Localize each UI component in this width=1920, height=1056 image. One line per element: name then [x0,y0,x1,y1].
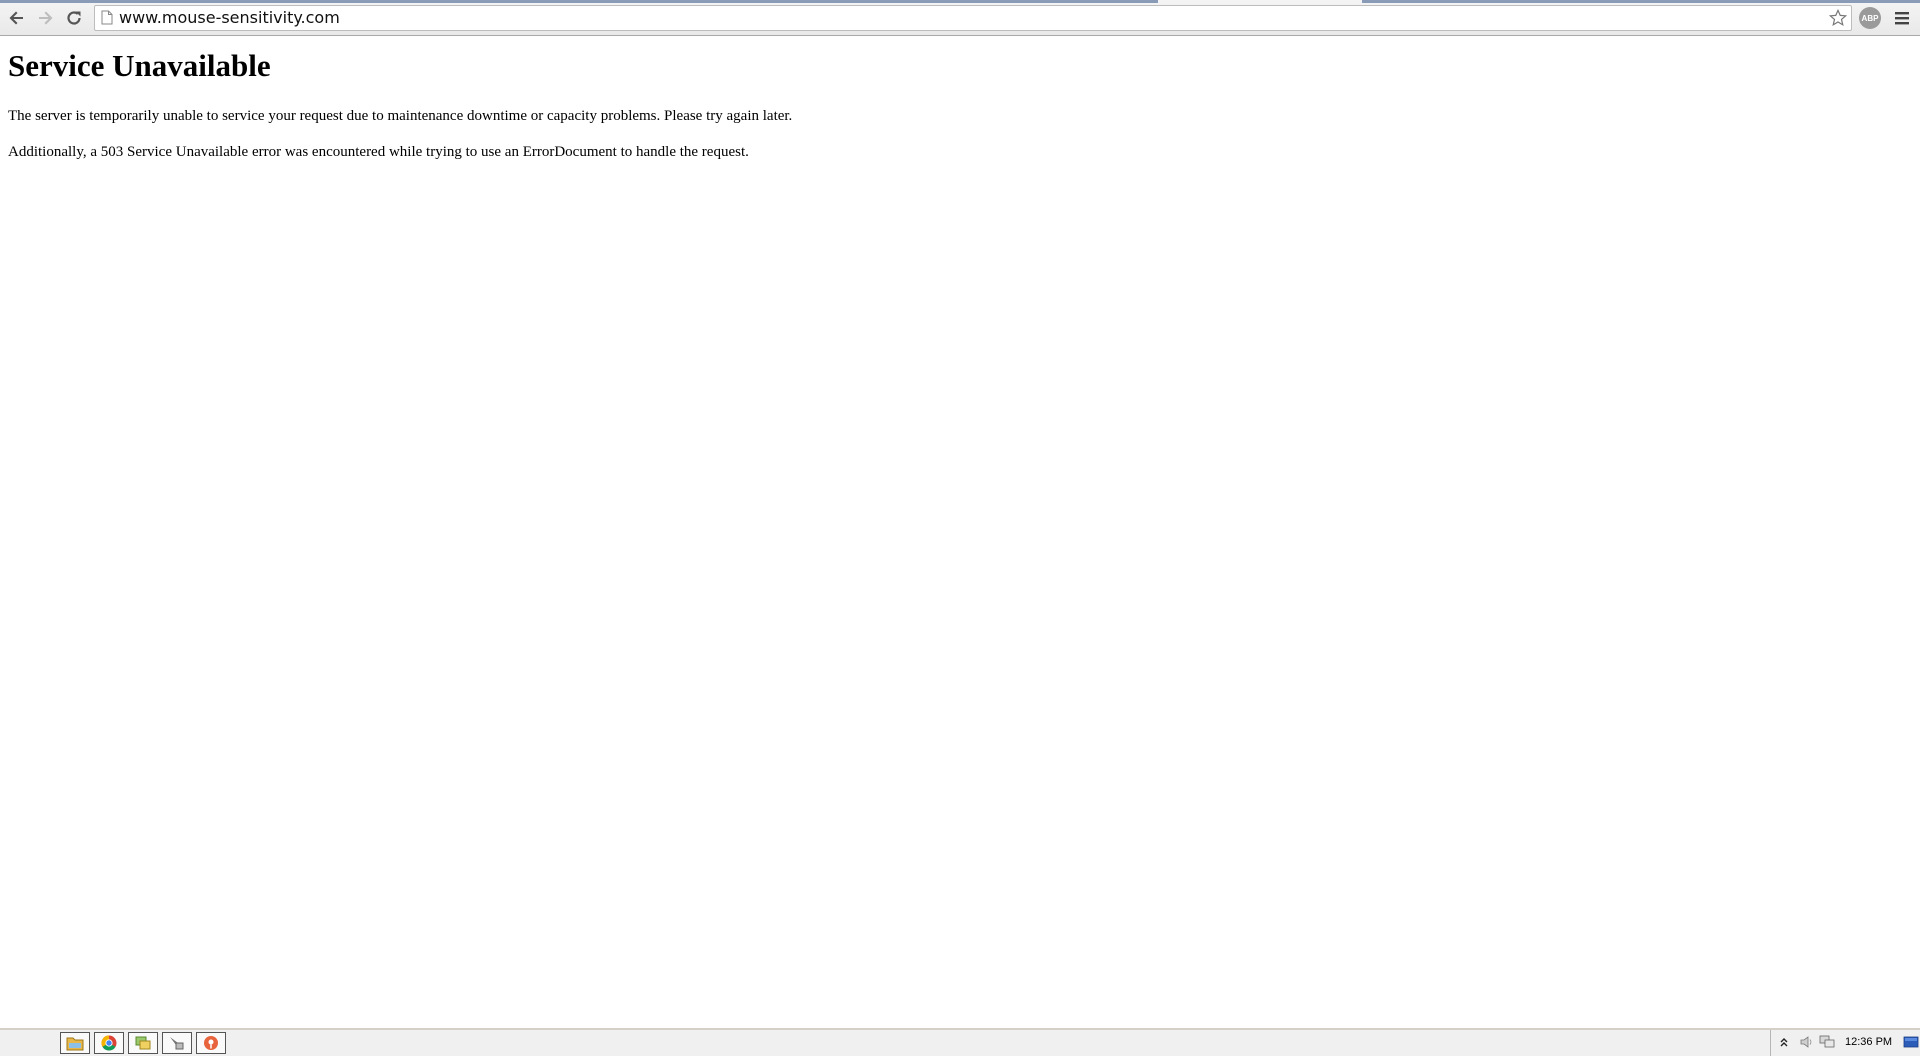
taskbar-app[interactable] [196,1032,226,1054]
reload-button[interactable] [62,6,86,30]
address-bar[interactable]: www.mouse-sensitivity.com [94,5,1852,31]
chrome-icon [101,1035,117,1051]
adblock-badge-text: ABP [1861,13,1879,23]
show-hidden-icons-chevron-icon[interactable] [1779,1035,1789,1049]
app-icon [204,1036,218,1050]
adblock-extension-button[interactable]: ABP [1859,7,1881,29]
page-title: Service Unavailable [8,48,271,83]
back-button[interactable] [5,6,29,30]
file-explorer-icon [66,1037,84,1051]
forward-arrow-icon [39,11,53,25]
tool-icon [170,1037,184,1050]
bookmark-star-icon[interactable] [1829,9,1847,27]
taskbar: 12:36 PM [0,1028,1920,1056]
tab-strip-edge [1362,0,1920,3]
taskbar-folders[interactable] [128,1032,158,1054]
show-desktop-icon[interactable] [1903,1035,1919,1049]
error-message: The server is temporarily unable to serv… [8,108,793,124]
forward-button[interactable] [33,6,57,30]
taskbar-chrome[interactable] [94,1032,124,1054]
system-tray: 12:36 PM [1770,1030,1920,1056]
volume-icon[interactable] [1799,1035,1813,1049]
page-content: Service Unavailable The server is tempor… [8,36,1912,178]
browser-toolbar: www.mouse-sensitivity.com ABP [0,0,1920,36]
folders-icon [135,1036,151,1050]
back-arrow-icon [9,11,23,25]
url-text[interactable]: www.mouse-sensitivity.com [119,9,340,27]
network-icon[interactable] [1819,1035,1835,1049]
taskbar-clock[interactable]: 12:36 PM [1845,1036,1892,1048]
page-icon [101,10,113,25]
error-details: Additionally, a 503 Service Unavailable … [8,144,749,160]
reload-icon [67,11,81,25]
taskbar-file-explorer[interactable] [60,1032,90,1054]
browser-menu-icon[interactable] [1892,8,1912,28]
tab-strip-edge [0,0,1158,3]
taskbar-tool[interactable] [162,1032,192,1054]
